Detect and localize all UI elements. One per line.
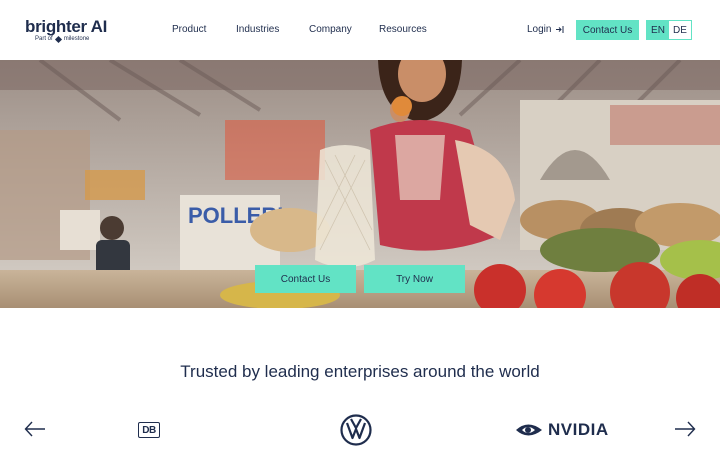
nvidia-eye-icon (516, 424, 542, 436)
login-link[interactable]: Login (527, 24, 564, 35)
milestone-icon (54, 35, 62, 43)
carousel-prev-arrow-icon[interactable] (24, 420, 46, 438)
nav-item-resources[interactable]: Resources (379, 24, 427, 35)
logo-subtitle: Part of milestone (25, 35, 107, 43)
hero-banner: POLLERI Contact Us Try Now (0, 60, 720, 308)
language-switcher: EN DE (646, 20, 692, 40)
nvidia-logo: NVIDIA (514, 420, 609, 440)
hero-try-now-button[interactable]: Try Now (364, 265, 465, 293)
volkswagen-logo (340, 414, 372, 446)
nvidia-wordmark: NVIDIA (548, 420, 609, 439)
site-header: brighter AI Part of milestone Product In… (0, 0, 720, 60)
brighter-ai-logo[interactable]: brighter AI Part of milestone (25, 17, 108, 43)
logo-sub-prefix: Part of (35, 36, 53, 42)
logo-text: brighter AI (25, 17, 108, 36)
login-icon (555, 25, 564, 34)
db-logo: DB (138, 422, 160, 438)
trusted-heading: Trusted by leading enterprises around th… (180, 362, 540, 381)
contact-us-button[interactable]: Contact Us (576, 20, 639, 40)
nav-item-industries[interactable]: Industries (236, 24, 279, 35)
lang-en-button[interactable]: EN (647, 21, 669, 39)
logo-sub-brand: milestone (63, 36, 90, 42)
hero-contact-us-button[interactable]: Contact Us (255, 265, 356, 293)
nav-item-product[interactable]: Product (172, 24, 206, 35)
carousel-next-arrow-icon[interactable] (674, 420, 696, 438)
hero-market-image: POLLERI (0, 60, 720, 308)
nav-item-company[interactable]: Company (309, 24, 352, 35)
login-label: Login (527, 24, 552, 35)
lang-de-button[interactable]: DE (669, 21, 691, 39)
